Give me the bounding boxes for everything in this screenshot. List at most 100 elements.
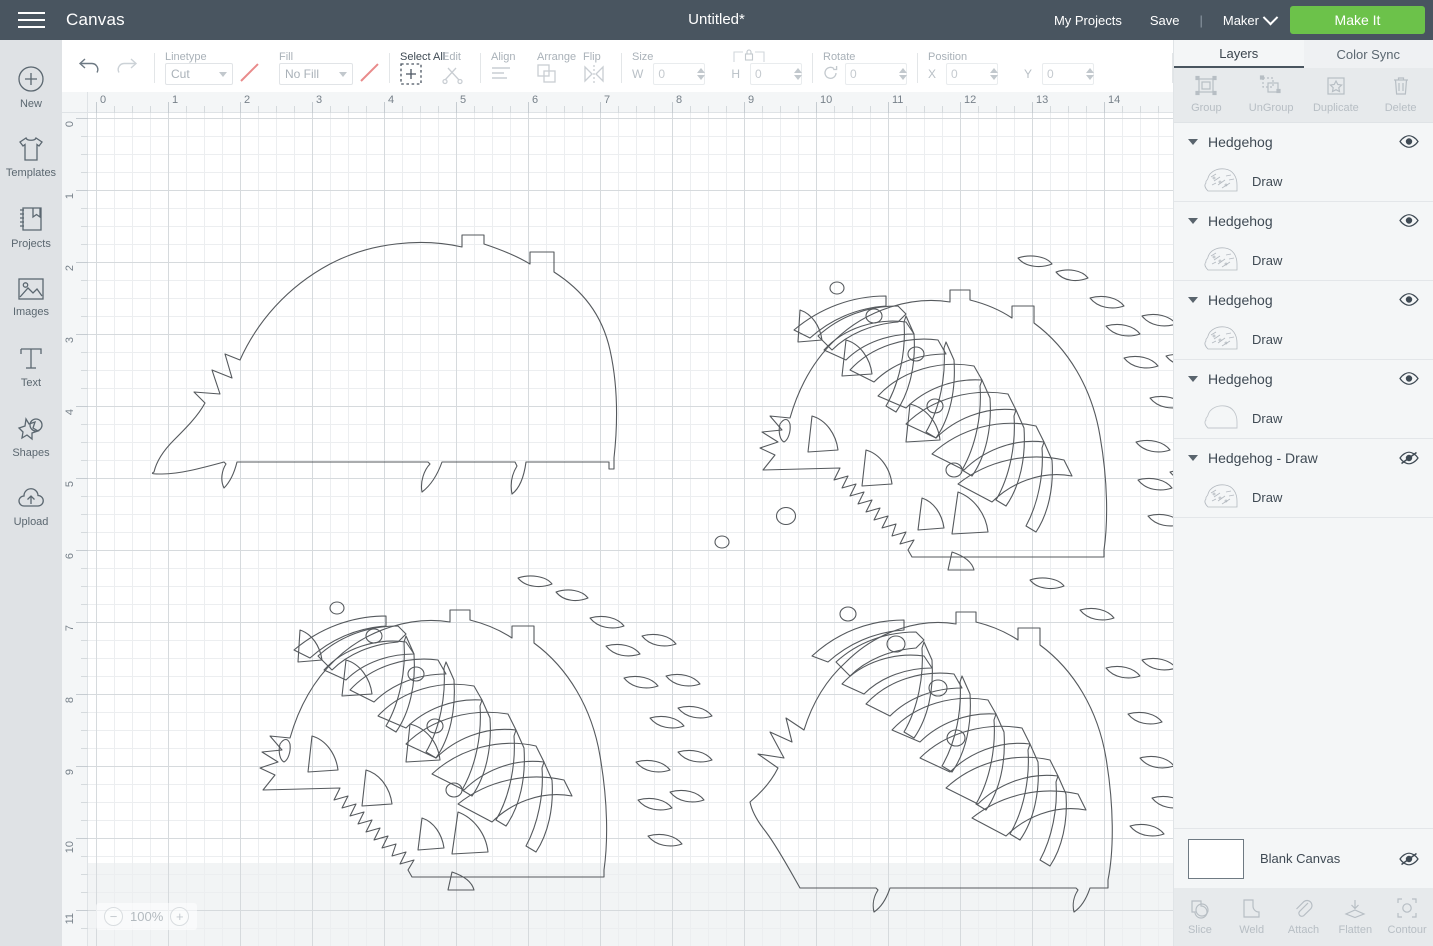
layer-child-name: Draw: [1252, 489, 1283, 505]
layer-group: Hedgehog - Draw Draw: [1174, 439, 1433, 518]
layer-child[interactable]: Draw: [1174, 398, 1433, 438]
contour-button[interactable]: Contour: [1381, 888, 1433, 946]
ruler-h-minor-tick: [762, 106, 763, 113]
ruler-h-minor-tick: [330, 106, 331, 113]
layers-list[interactable]: Hedgehog Draw Hedgehog Draw Hedgehog Dra…: [1174, 123, 1433, 811]
rail-item-projects[interactable]: Projects: [0, 192, 62, 262]
slice-button[interactable]: Slice: [1174, 888, 1226, 946]
ruler-v-minor-tick: [81, 748, 88, 749]
rotate-input[interactable]: 0: [845, 63, 907, 85]
lock-aspect-icon[interactable]: [732, 48, 766, 66]
scissors-pencil-icon[interactable]: [442, 64, 464, 87]
linetype-select[interactable]: Cut: [165, 63, 233, 85]
layer-header[interactable]: Hedgehog: [1174, 281, 1433, 319]
layer-child[interactable]: Draw: [1174, 161, 1433, 201]
edit-group[interactable]: Edit: [432, 40, 480, 92]
zoom-in-button[interactable]: +: [170, 907, 190, 926]
ruler-h-minor-tick: [114, 106, 115, 113]
tab-layers[interactable]: Layers: [1174, 40, 1304, 68]
eye-visible-icon[interactable]: [1399, 372, 1419, 386]
select-all-group[interactable]: Select All: [390, 40, 445, 92]
machine-selector-label[interactable]: Maker: [1209, 13, 1265, 28]
eye-hidden-icon[interactable]: [1399, 451, 1419, 465]
weld-button[interactable]: Weld: [1226, 888, 1278, 946]
right-panel-tabs: Layers Color Sync: [1174, 40, 1433, 68]
chevron-down-icon[interactable]: [1262, 9, 1279, 25]
ruler-v-minor-tick: [81, 568, 88, 569]
zoom-control: − 100% +: [96, 903, 198, 930]
layer-header[interactable]: Hedgehog: [1174, 202, 1433, 240]
canvas-color-swatch[interactable]: [1188, 838, 1244, 879]
ruler-v-minor-tick: [81, 604, 88, 605]
ruler-corner: [62, 92, 88, 113]
layer-header[interactable]: Hedgehog: [1174, 123, 1433, 161]
delete-button[interactable]: Delete: [1368, 68, 1433, 122]
layer-name: Hedgehog - Draw: [1208, 450, 1318, 466]
layer-child[interactable]: Draw: [1174, 319, 1433, 359]
flip-horizontal-icon[interactable]: [583, 64, 605, 86]
tab-color-sync[interactable]: Color Sync: [1303, 40, 1433, 68]
fill-select[interactable]: No Fill: [279, 63, 353, 85]
ruler-h-minor-tick: [366, 106, 367, 113]
marquee-plus-icon[interactable]: [400, 62, 422, 88]
blank-canvas-row[interactable]: Blank Canvas: [1174, 828, 1433, 888]
height-stepper[interactable]: [794, 68, 802, 80]
group-label: Group: [1191, 102, 1222, 114]
attach-button[interactable]: Attach: [1278, 888, 1330, 946]
eye-visible-icon[interactable]: [1399, 135, 1419, 149]
flip-group[interactable]: Flip: [573, 40, 621, 92]
linetype-color-swatch[interactable]: [239, 64, 259, 84]
position-x-stepper[interactable]: [990, 68, 999, 80]
rail-item-templates[interactable]: Templates: [0, 122, 62, 192]
rail-item-shapes[interactable]: Shapes: [0, 402, 62, 472]
triangle-collapse-icon[interactable]: [1188, 218, 1198, 224]
layer-name: Hedgehog: [1208, 134, 1273, 150]
duplicate-button[interactable]: Duplicate: [1304, 68, 1369, 122]
ruler-h-minor-tick: [870, 106, 871, 113]
layer-child[interactable]: Draw: [1174, 477, 1433, 517]
layer-child[interactable]: Draw: [1174, 240, 1433, 280]
eye-visible-icon[interactable]: [1399, 214, 1419, 228]
ungroup-button[interactable]: UnGroup: [1239, 68, 1304, 122]
rotate-arrow-icon[interactable]: [823, 65, 839, 84]
rail-item-upload[interactable]: Upload: [0, 472, 62, 542]
rail-item-new[interactable]: New: [0, 52, 62, 122]
slice-label: Slice: [1187, 924, 1212, 936]
hamburger-menu-icon[interactable]: [0, 0, 62, 40]
layer-header[interactable]: Hedgehog: [1174, 360, 1433, 398]
position-y-stepper[interactable]: [1086, 68, 1095, 80]
ruler-v-minor-tick: [81, 154, 88, 155]
eye-visible-icon[interactable]: [1399, 293, 1419, 307]
align-group[interactable]: Align: [481, 40, 527, 92]
make-it-button[interactable]: Make It: [1290, 6, 1425, 34]
triangle-collapse-icon[interactable]: [1188, 455, 1198, 461]
ruler-h-minor-tick: [150, 106, 151, 113]
arrange-group[interactable]: Arrange: [527, 40, 576, 92]
ruler-h-minor-tick: [942, 106, 943, 113]
triangle-collapse-icon[interactable]: [1188, 297, 1198, 303]
zoom-out-button[interactable]: −: [104, 907, 123, 926]
width-stepper[interactable]: [697, 68, 706, 80]
flatten-button[interactable]: Flatten: [1329, 888, 1381, 946]
rail-item-text[interactable]: Text: [0, 332, 62, 402]
triangle-collapse-icon[interactable]: [1188, 139, 1198, 145]
save-link[interactable]: Save: [1136, 13, 1194, 28]
edit-caption: Edit: [442, 51, 461, 63]
eye-hidden-icon[interactable]: [1399, 852, 1419, 866]
book-bookmark-icon: [17, 205, 45, 233]
design-canvas[interactable]: 0 1 2 3 4 5 6 7 8 9 10 11 12 13 14 0 1 2 3 4 5 6 7 8 9 10 11 − 10…: [62, 92, 1173, 946]
align-lines-icon[interactable]: [491, 66, 511, 85]
fill-color-swatch[interactable]: [359, 64, 379, 84]
triangle-collapse-icon[interactable]: [1188, 376, 1198, 382]
layer-header[interactable]: Hedgehog - Draw: [1174, 439, 1433, 477]
my-projects-link[interactable]: My Projects: [1040, 13, 1136, 28]
group-button[interactable]: Group: [1174, 68, 1239, 122]
stacked-squares-icon[interactable]: [537, 63, 557, 87]
redo-arrow-icon[interactable]: [114, 56, 138, 78]
ruler-v-minor-tick: [81, 208, 88, 209]
rotate-stepper[interactable]: [899, 68, 907, 80]
contour-icon: [1397, 898, 1417, 921]
rail-item-images[interactable]: Images: [0, 262, 62, 332]
undo-arrow-icon[interactable]: [78, 56, 102, 78]
trash-icon: [1392, 76, 1410, 99]
